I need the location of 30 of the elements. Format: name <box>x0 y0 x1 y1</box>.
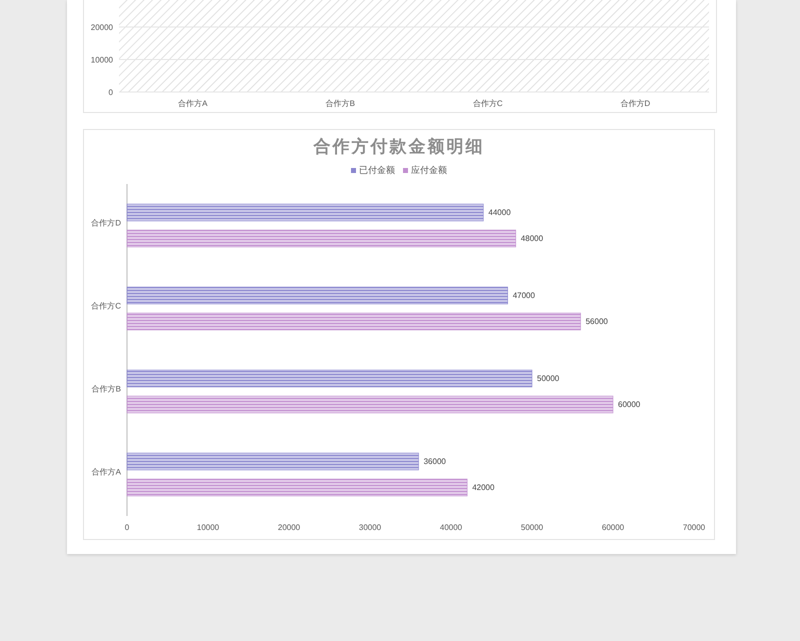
data-label: 60000 <box>618 400 640 409</box>
x-tick-label: 0 <box>124 523 130 532</box>
y-tick-label: 0 <box>108 88 113 97</box>
y-tick-label: 10000 <box>90 56 113 64</box>
x-tick-label: 60000 <box>602 523 624 532</box>
x-tick-label: 10000 <box>196 523 220 532</box>
category-label: 合作方C <box>91 302 121 310</box>
x-tick-label: 合作方C <box>472 99 503 108</box>
x-tick-label: 合作方D <box>620 99 650 108</box>
category-label: 合作方D <box>91 218 121 228</box>
legend-label: 应付金额 <box>411 164 447 176</box>
legend-label: 已付金额 <box>359 164 395 176</box>
data-label: 50000 <box>537 374 560 383</box>
x-tick-label: 30000 <box>358 523 382 532</box>
data-label: 42000 <box>472 483 494 492</box>
x-tick-label: 合作方B <box>326 99 355 108</box>
data-label: 36000 <box>424 457 446 466</box>
x-tick-label: 70000 <box>682 523 706 532</box>
x-tick-label: 50000 <box>520 523 544 532</box>
x-tick-label: 40000 <box>440 523 462 532</box>
x-tick-label: 20000 <box>278 523 300 532</box>
data-label: 48000 <box>520 234 544 243</box>
data-label: 47000 <box>512 291 535 300</box>
category-label: 合作方A <box>92 468 121 476</box>
data-label: 56000 <box>586 317 608 326</box>
x-tick-label: 合作方A <box>178 99 208 108</box>
chart-title: 合作方付款金额明细 <box>314 136 484 158</box>
category-label: 合作方B <box>92 384 121 394</box>
data-label: 44000 <box>488 208 511 217</box>
y-tick-label: 20000 <box>90 22 113 32</box>
